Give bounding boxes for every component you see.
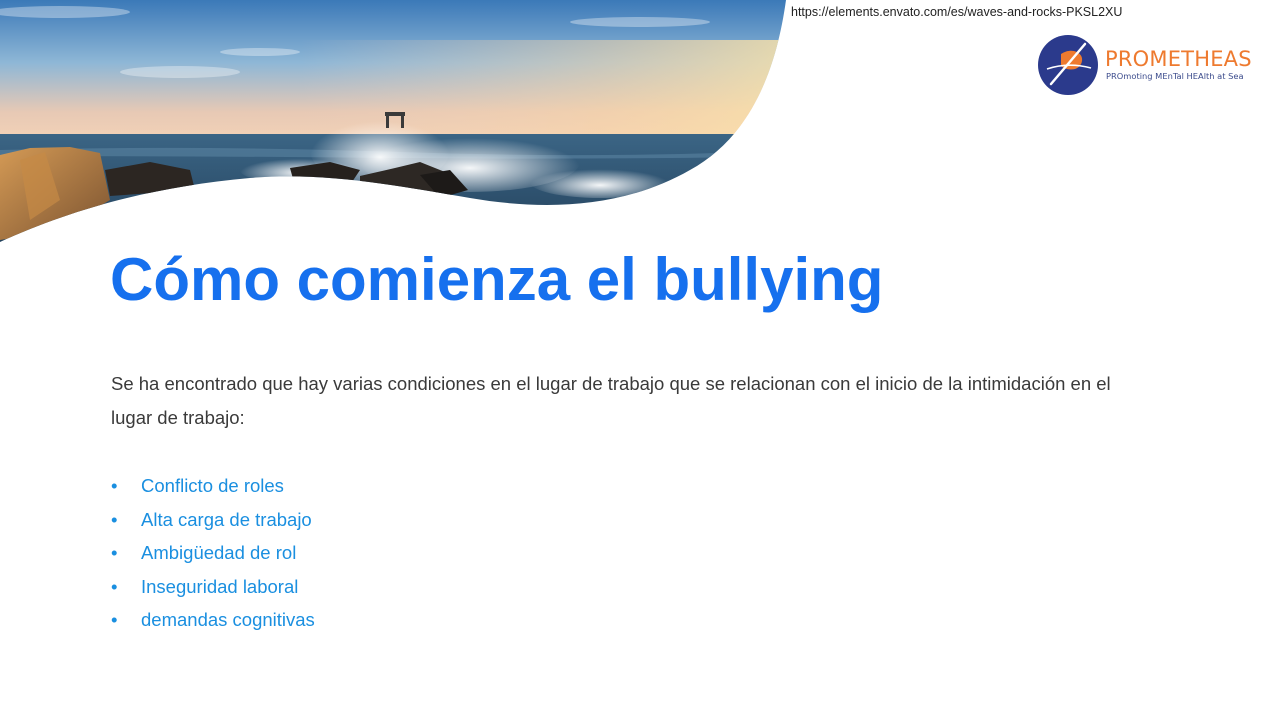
- list-item: • Alta carga de trabajo: [111, 503, 315, 537]
- bullet-icon: •: [111, 508, 118, 530]
- conditions-list: • Conflicto de roles • Alta carga de traba…: [111, 469, 315, 637]
- intro-paragraph: Se ha encontrado que hay varias condicio…: [111, 373, 1111, 428]
- list-item-text: Inseguridad laboral: [141, 575, 299, 597]
- list-item-text: Alta carga de trabajo: [141, 508, 312, 530]
- list-item: • demandas cognitivas: [111, 603, 315, 637]
- bullet-icon: •: [111, 609, 118, 630]
- logo-tagline: PROmoting MEnTal HEAlth at Sea: [1106, 71, 1244, 81]
- list-item: • Ambigüedad de rol: [111, 536, 315, 570]
- image-source-url: https://elements.envato.com/es/waves-and…: [791, 5, 1123, 19]
- list-item: • Inseguridad laboral: [111, 570, 315, 604]
- bullet-icon: •: [111, 542, 118, 563]
- list-item: • Conflicto de roles: [111, 469, 315, 503]
- header-sea-photo: [0, 0, 786, 242]
- list-item-text: Conflicto de roles: [141, 475, 284, 496]
- bullet-icon: •: [111, 575, 118, 597]
- logo-name: PROMETHEAS: [1105, 47, 1252, 71]
- prometheas-logo: PROMETHEAS PROmoting MEnTal HEAlth at Se…: [1037, 34, 1257, 98]
- list-item-text: demandas cognitivas: [141, 609, 315, 630]
- slide-title: Cómo comienza el bullying: [110, 246, 884, 313]
- bullet-icon: •: [111, 475, 118, 496]
- prometheas-logo-icon: [1038, 35, 1098, 95]
- list-item-text: Ambigüedad de rol: [141, 542, 297, 563]
